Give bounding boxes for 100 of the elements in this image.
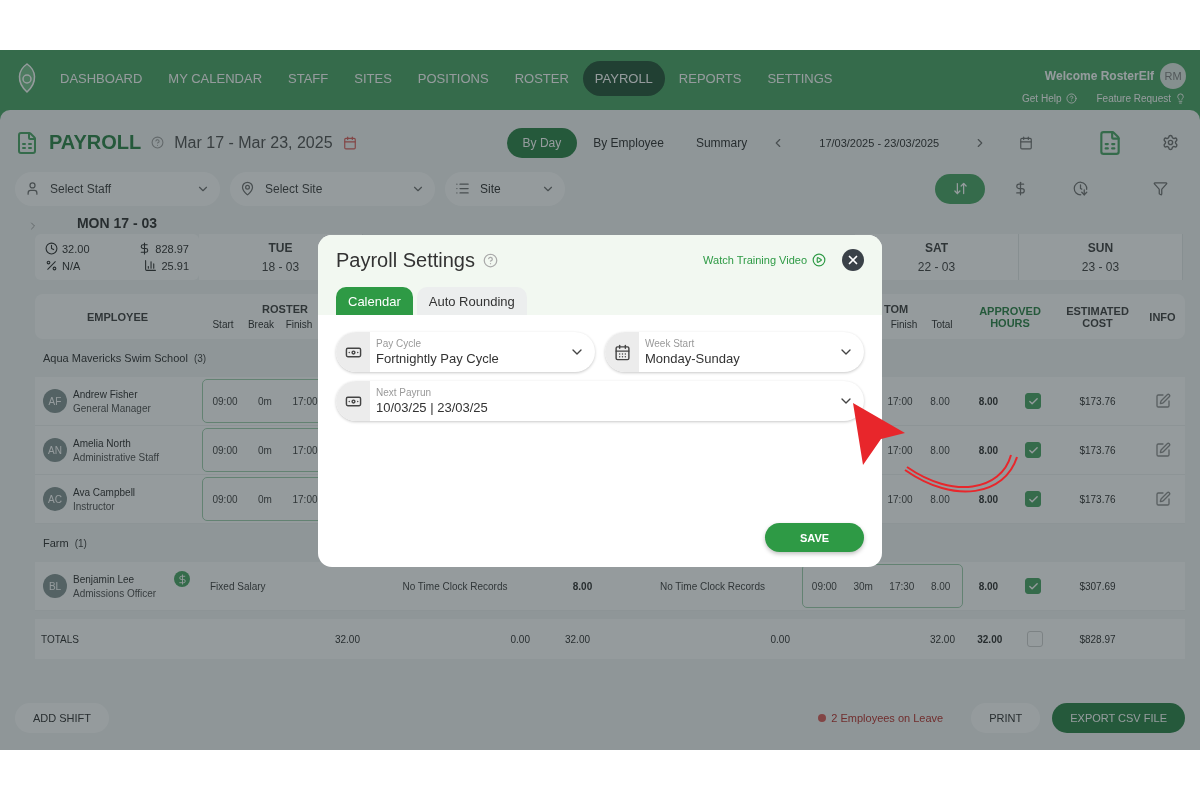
table-cell: 8.00 (978, 493, 999, 505)
group-count: (1) (74, 537, 87, 549)
nav-item[interactable]: DASHBOARD (48, 60, 155, 96)
table-cell-text: 32.00 (564, 633, 591, 645)
checkbox[interactable] (1026, 631, 1043, 647)
calendar-icon[interactable] (342, 135, 357, 150)
employee-name: Benjamin Lee (73, 573, 136, 585)
employee-name: Andrew Fisher (73, 388, 139, 400)
day-stat: 828.97 (117, 242, 189, 255)
group-by-select[interactable]: Site (445, 171, 565, 206)
header-link[interactable]: Get Help (1022, 93, 1077, 104)
export-button[interactable]: EXPORT CSV FILE (1052, 703, 1185, 733)
avatar: BL (43, 574, 67, 598)
table-cell: 32.00 (977, 633, 1003, 645)
add-shift-button[interactable]: ADD SHIFT (15, 703, 110, 733)
play-icon (812, 253, 826, 267)
nav-item[interactable]: POSITIONS (405, 60, 501, 96)
table-cell-text: No Time Clock Records (401, 580, 509, 592)
clock-icon (45, 242, 58, 255)
field-label: Pay Cycle (376, 338, 422, 349)
select-field[interactable]: Next Payrun 10/03/25 | 23/03/25 (336, 381, 864, 421)
group-count: (3) (193, 352, 207, 364)
print-button[interactable]: PRINT (971, 703, 1041, 733)
training-video-link[interactable]: Watch Training Video (703, 253, 826, 267)
nav-item[interactable]: SITES (342, 60, 404, 96)
close-button[interactable] (842, 249, 864, 271)
employee-role: General Manager (73, 402, 151, 414)
table-cell-text: 32.00 (928, 633, 956, 645)
table-cell-text: $173.76 (1078, 395, 1117, 407)
lightbulb-icon (1175, 93, 1186, 104)
checkbox[interactable] (1025, 442, 1042, 458)
table-cell: 8.00 (978, 395, 999, 407)
list-icon (455, 181, 470, 196)
day-stat: N/A (45, 259, 117, 272)
nav-item[interactable]: ROSTER (502, 60, 581, 96)
user-avatar[interactable]: RM (1160, 63, 1186, 89)
day-date: 18 - 03 (261, 259, 300, 274)
sort-button[interactable] (935, 173, 985, 204)
nav-item[interactable]: PAYROLL (582, 60, 665, 96)
close-icon (846, 253, 860, 267)
column-header: ESTIMATED COST (1065, 304, 1130, 329)
select-field[interactable]: Pay Cycle Fortnightly Pay Cycle (336, 332, 595, 372)
help-icon[interactable] (482, 252, 498, 268)
day-title: MON 17 - 03 (75, 214, 159, 233)
period-range: 17/03/2025 - 23/03/2025 (818, 136, 941, 149)
employee-name: Amelia North (73, 437, 132, 449)
nav-item[interactable]: MY CALENDAR (156, 60, 275, 96)
welcome-text: Welcome RosterElf (1044, 69, 1154, 83)
field-value: Monday-Sunday (645, 351, 741, 366)
avatar: AF (43, 389, 67, 413)
page-title: PAYROLL (49, 131, 142, 154)
tab[interactable]: Auto Rounding (416, 287, 527, 315)
field-value: Fortnightly Pay Cycle (376, 351, 500, 366)
employee-role: Administrative Staff (73, 451, 159, 463)
table-cell-text: $307.69 (1078, 580, 1117, 592)
calendar-icon (613, 343, 631, 361)
table-cell-text: No Time Clock Records (659, 580, 766, 592)
table-cell-text: 32.00 (333, 633, 361, 645)
employee-role: Admissions Officer (73, 587, 157, 599)
help-icon (1065, 93, 1077, 104)
nav-item[interactable]: SETTINGS (755, 60, 845, 96)
field-value: 10/03/25 | 23/03/25 (376, 400, 489, 415)
avatar: AC (43, 487, 67, 511)
nav-item[interactable]: STAFF (276, 60, 341, 96)
save-button[interactable]: SAVE (765, 523, 864, 552)
view-tab[interactable]: By Day (506, 127, 578, 158)
tab[interactable]: Calendar (336, 287, 413, 315)
day-date: 22 - 03 (917, 259, 956, 274)
date-range: Mar 17 - Mar 23, 2025 (174, 133, 333, 152)
table-cell-text: 8.00 (571, 580, 594, 592)
avatar: AN (43, 438, 67, 462)
employee-role: Instructor (73, 500, 116, 512)
check-icon (1027, 493, 1039, 505)
checkbox[interactable] (1025, 578, 1042, 594)
day-stat: 32.00 (45, 242, 117, 255)
staff-select[interactable]: Select Staff (15, 171, 220, 206)
filter-icon (1152, 181, 1168, 196)
view-tab[interactable]: Summary (679, 127, 764, 158)
column-header: INFO (1149, 310, 1176, 323)
column-header: EMPLOYEE (86, 310, 149, 323)
day-stat: 25.91 (117, 259, 189, 272)
day-name: TUE (268, 240, 293, 255)
check-icon (1027, 444, 1039, 456)
help-icon[interactable] (151, 136, 165, 149)
view-tab[interactable]: By Employee (577, 127, 680, 158)
site-select[interactable]: Select Site (230, 171, 435, 206)
checkbox[interactable] (1025, 491, 1042, 507)
check-icon (1027, 395, 1039, 407)
map-pin-icon (240, 181, 255, 196)
field-label: Next Payrun (376, 387, 433, 398)
group-name: Farm (43, 537, 69, 549)
column-subheader: Finish (889, 319, 919, 330)
leave-notice-link[interactable]: 2 Employees on Leave (802, 712, 960, 724)
select-field[interactable]: Week Start Monday-Sunday (605, 332, 864, 372)
checkbox[interactable] (1025, 393, 1042, 409)
nav-item[interactable]: REPORTS (666, 60, 754, 96)
header-link[interactable]: Feature Request (1096, 93, 1186, 104)
column-header: APPROVED HOURS (978, 304, 1042, 329)
percent-icon (45, 259, 58, 272)
column-header: ROSTER (262, 303, 308, 315)
